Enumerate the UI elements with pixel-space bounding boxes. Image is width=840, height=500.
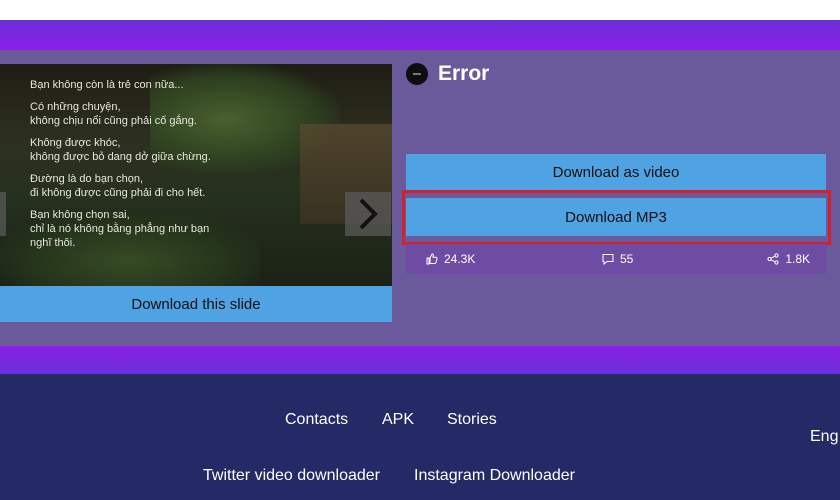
- thumbs-up-icon: [426, 253, 438, 265]
- footer-link-contacts[interactable]: Contacts: [285, 411, 348, 429]
- page-title: Error: [438, 62, 490, 85]
- comment-icon: [602, 254, 614, 265]
- like-count-value: 24.3K: [444, 252, 476, 266]
- share-count-value: 1.8K: [785, 252, 810, 266]
- footer-link-instagram-downloader[interactable]: Instagram Downloader: [414, 467, 575, 485]
- page: Bạn không còn là trẻ con nữa... Có những…: [0, 0, 840, 500]
- top-gradient-band: [0, 20, 840, 50]
- result-header: Error: [406, 62, 489, 86]
- slide-line: Bạn không còn là trẻ con nữa...: [30, 79, 184, 91]
- bottom-gradient-band: [0, 346, 840, 374]
- slide-line: Có những chuyện, không chịu nổi cũng phả…: [30, 101, 197, 127]
- slide-caption: Bạn không còn là trẻ con nữa... Có những…: [30, 78, 270, 258]
- prev-slide-button[interactable]: [0, 192, 6, 236]
- chevron-right-icon: [359, 198, 378, 230]
- share-icon: [767, 253, 779, 265]
- download-slide-button[interactable]: Download this slide: [0, 286, 392, 322]
- slide-image: Bạn không còn là trẻ con nữa... Có những…: [0, 64, 392, 286]
- download-video-button[interactable]: Download as video: [406, 154, 826, 190]
- language-selector[interactable]: Eng: [810, 428, 838, 446]
- slide-line: Bạn không chọn sai, chỉ là nó không bằng…: [30, 209, 210, 249]
- comment-count: 55: [602, 252, 633, 266]
- footer-link-apk[interactable]: APK: [382, 411, 414, 429]
- slide-line: Đường là do bạn chọn, đi không được cũng…: [30, 173, 206, 199]
- slide-line: Không được khóc, không được bỏ dang dở g…: [30, 137, 211, 163]
- stats-bar: 24.3K 55 1.8K: [406, 244, 826, 274]
- share-count: 1.8K: [767, 252, 810, 266]
- status-dot-icon: [406, 63, 428, 85]
- footer-link-stories[interactable]: Stories: [447, 411, 497, 429]
- comment-count-value: 55: [620, 252, 634, 266]
- download-mp3-button[interactable]: Download MP3: [406, 198, 826, 236]
- like-count: 24.3K: [426, 252, 475, 266]
- footer-link-twitter-downloader[interactable]: Twitter video downloader: [203, 467, 380, 485]
- next-slide-button[interactable]: [345, 192, 391, 236]
- top-white-strip: [0, 0, 840, 20]
